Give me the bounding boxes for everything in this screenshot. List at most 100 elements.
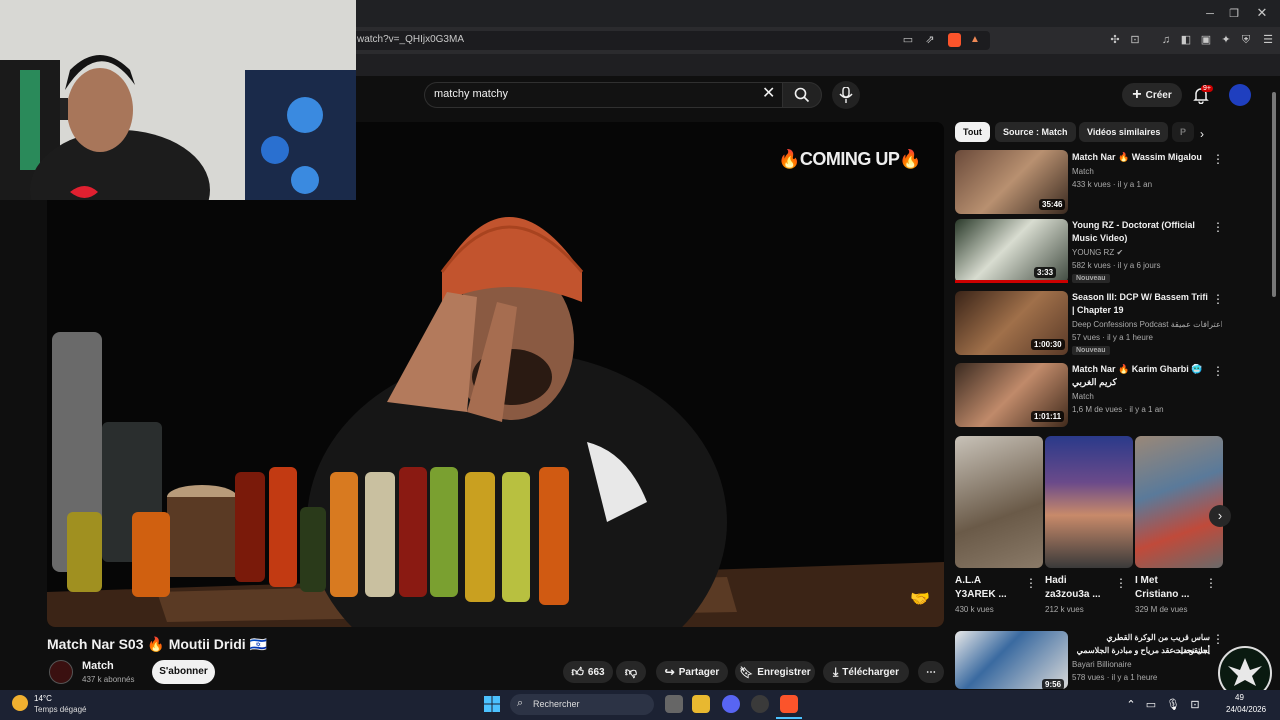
file-explorer-icon[interactable] [692, 695, 710, 713]
share-page-icon[interactable]: ⇗ [923, 33, 937, 47]
maximize-icon[interactable]: ❐ [1227, 7, 1241, 21]
search-icon: ⌕ [517, 697, 524, 709]
cast-icon[interactable]: ▭ [901, 33, 915, 47]
chip-similar-videos[interactable]: Vidéos similaires [1079, 122, 1169, 142]
short-title[interactable]: I Met Cristiano ... [1135, 574, 1195, 602]
create-button[interactable]: + Créer [1122, 83, 1182, 107]
clear-search-icon[interactable]: ✕ [762, 86, 775, 102]
video-duration: 35:46 [1039, 199, 1066, 210]
coming-up-overlay: 🔥COMING UP🔥 [778, 149, 922, 169]
minimize-icon[interactable]: ─ [1203, 7, 1217, 21]
search-button[interactable] [782, 82, 822, 108]
page-scrollbar[interactable] [1272, 92, 1276, 297]
short-title[interactable]: A.L.A Y3AREK ... [955, 574, 1015, 602]
chips-next-icon[interactable]: › [1200, 127, 1204, 141]
more-actions-button[interactable]: ⋯ [918, 661, 944, 683]
rec-title[interactable]: Season III: DCP W/ Bassem Trifi [1072, 291, 1210, 304]
rec-title-line2[interactable]: أجل تجديد عقد مرياح و مبادرة الجلاسمي [1072, 644, 1210, 657]
close-window-icon[interactable]: ✕ [1255, 6, 1269, 20]
music-icon[interactable]: ♫ [1159, 33, 1173, 47]
leo-ai-icon[interactable]: ✦ [1219, 33, 1233, 47]
rec-title-line2[interactable]: Music Video) [1072, 232, 1210, 245]
vpn-icon[interactable]: ⛨ [1239, 33, 1253, 47]
discord-icon[interactable] [722, 695, 740, 713]
dislike-button[interactable]: 👎︎ [616, 661, 646, 683]
rec-channel[interactable]: Match [1072, 167, 1094, 176]
share-icon: ↪ [664, 665, 675, 679]
weather-icon[interactable] [12, 695, 28, 711]
weather-desc: Temps dégagé [34, 705, 87, 714]
more-vert-icon[interactable]: ⋮ [1212, 152, 1224, 166]
brave-shield-icon[interactable] [948, 33, 961, 47]
taskbar-search[interactable]: ⌕ Rechercher [510, 694, 654, 715]
more-vert-icon[interactable]: ⋮ [1212, 632, 1224, 646]
clock-date[interactable]: 24/04/2026 [1226, 705, 1266, 714]
like-button[interactable]: 👍︎ 663 [563, 661, 613, 683]
tray-app-icon[interactable]: ▭ [1144, 698, 1158, 712]
rec-title-line2[interactable]: كريم الغربي [1072, 376, 1210, 389]
search-input-value: matchy matchy [434, 88, 508, 100]
subscribe-button[interactable]: S'abonner [152, 660, 215, 684]
search-icon [794, 87, 810, 103]
share-label: Partager [678, 666, 720, 678]
short-thumbnail[interactable] [1135, 436, 1223, 568]
more-vert-icon[interactable]: ⋮ [1025, 576, 1037, 590]
rec-channel[interactable]: Match [1072, 392, 1094, 401]
account-avatar[interactable] [1229, 84, 1251, 106]
brave-browser-icon[interactable] [780, 695, 798, 713]
active-app-indicator [776, 717, 802, 719]
save-button[interactable]: 🔖︎ Enregistrer [735, 661, 815, 683]
video-duration: 3:33 [1034, 267, 1057, 278]
screenshot-icon[interactable]: ⊡ [1128, 33, 1142, 47]
extensions-icon[interactable]: ✣ [1108, 33, 1122, 47]
more-vert-icon[interactable]: ⋮ [1212, 364, 1224, 378]
rec-channel[interactable]: Deep Confessions Podcast بث اعترافات عمي… [1072, 320, 1222, 329]
url-text: watch?v=_QHIjx0G3MA [357, 34, 464, 45]
more-vert-icon[interactable]: ⋮ [1212, 292, 1224, 306]
channel-avatar[interactable] [49, 660, 73, 684]
clock-time[interactable]: 49 [1235, 693, 1244, 702]
short-views: 430 k vues [955, 605, 994, 614]
rec-meta: 57 vues · il y a 1 heure [1072, 333, 1153, 342]
microphone-tray-icon[interactable]: 🎙︎ [1166, 698, 1180, 712]
rec-meta: 433 k vues · il y a 1 an [1072, 180, 1153, 189]
new-badge: Nouveau [1072, 274, 1110, 283]
new-badge: Nouveau [1072, 346, 1110, 355]
brave-rewards-icon[interactable]: ▲ [970, 34, 980, 45]
download-icon: ⤓ [832, 664, 839, 679]
windows-start-icon[interactable] [484, 696, 500, 712]
voice-search-button[interactable] [832, 81, 860, 109]
rec-title[interactable]: Match Nar 🔥 Karim Gharbi 🥶 [1072, 363, 1210, 376]
rec-channel[interactable]: YOUNG RZ ✔ [1072, 248, 1123, 257]
short-title[interactable]: Hadi za3zou3a ... [1045, 574, 1105, 602]
steam-icon[interactable] [751, 695, 769, 713]
menu-icon[interactable]: ☰ [1261, 33, 1275, 47]
shorts-next-button[interactable]: › [1209, 505, 1231, 527]
more-vert-icon[interactable]: ⋮ [1115, 576, 1127, 590]
rec-title[interactable]: Match Nar 🔥 Wassim Migalou [1072, 151, 1210, 164]
tray-overflow-icon[interactable]: ⌃ [1124, 698, 1138, 712]
taskbar-search-placeholder: Rechercher [533, 699, 580, 709]
network-icon[interactable]: ⊡ [1188, 698, 1202, 712]
more-vert-icon[interactable]: ⋮ [1212, 220, 1224, 234]
weather-temp[interactable]: 14°C [34, 694, 52, 703]
task-view-icon[interactable] [665, 695, 683, 713]
wallet-icon[interactable]: ▣ [1199, 33, 1213, 47]
watch-progress-bar [955, 280, 1068, 283]
download-button[interactable]: ⤓ Télécharger [823, 661, 909, 683]
short-views: 212 k vues [1045, 605, 1084, 614]
chip-source-match[interactable]: Source : Match [995, 122, 1076, 142]
rec-meta: 582 k vues · il y a 6 jours [1072, 261, 1161, 270]
channel-name[interactable]: Match [82, 660, 114, 672]
rec-title-line2[interactable]: | Chapter 19 [1072, 304, 1210, 317]
more-vert-icon[interactable]: ⋮ [1205, 576, 1217, 590]
chip-all[interactable]: Tout [955, 122, 990, 142]
chip-partial[interactable]: P [1172, 122, 1194, 142]
rec-channel[interactable]: Bayari Billionaire [1072, 660, 1132, 669]
webcam-frame [0, 0, 356, 200]
share-button[interactable]: ↪ Partager [656, 661, 728, 683]
rec-title[interactable]: Young RZ - Doctorat (Official [1072, 219, 1210, 232]
short-thumbnail[interactable] [1045, 436, 1133, 568]
sidebar-icon[interactable]: ◧ [1179, 33, 1193, 47]
short-thumbnail[interactable] [955, 436, 1043, 568]
